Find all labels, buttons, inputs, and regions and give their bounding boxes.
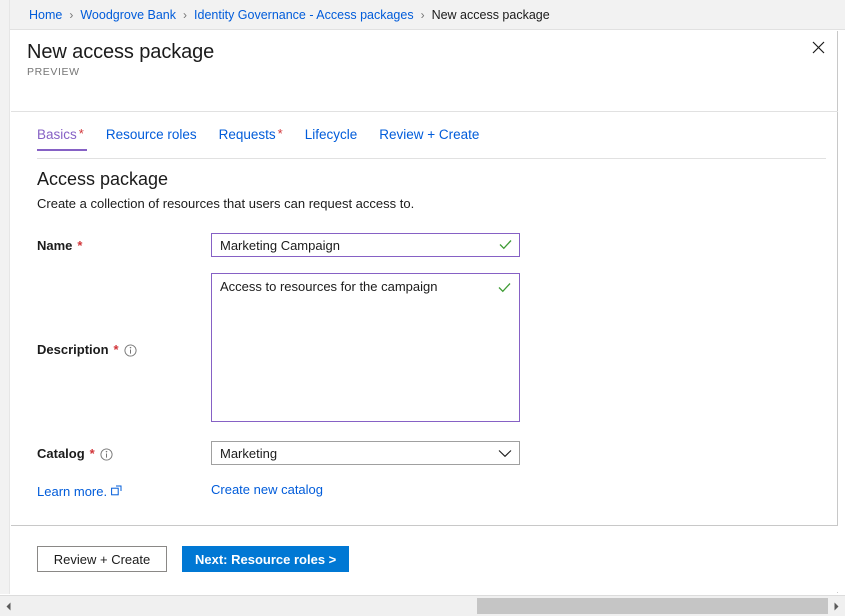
tab-basics[interactable]: Basics* bbox=[27, 123, 95, 151]
catalog-selected-value: Marketing bbox=[220, 446, 277, 461]
breadcrumb-item-home[interactable]: Home bbox=[29, 8, 62, 22]
breadcrumb-item-identity-governance[interactable]: Identity Governance - Access packages bbox=[194, 8, 414, 22]
tab-basics-required-marker: * bbox=[79, 126, 84, 141]
breadcrumb-separator: › bbox=[69, 8, 73, 22]
info-icon[interactable] bbox=[100, 448, 113, 461]
left-gutter-strip bbox=[0, 0, 10, 594]
description-input-wrapper bbox=[211, 273, 520, 425]
horizontal-scrollbar[interactable] bbox=[0, 595, 845, 616]
header-divider bbox=[11, 111, 838, 112]
tab-lifecycle-label: Lifecycle bbox=[305, 127, 358, 142]
tab-requests[interactable]: Requests* bbox=[208, 123, 294, 151]
description-textarea[interactable] bbox=[211, 273, 520, 422]
form-content: Access package Create a collection of re… bbox=[11, 167, 838, 213]
breadcrumb-separator: › bbox=[183, 8, 187, 22]
scrollbar-track[interactable] bbox=[17, 596, 828, 616]
tab-resource-roles-label: Resource roles bbox=[106, 127, 197, 142]
tab-bar: Basics* Resource roles Requests* Lifecyc… bbox=[11, 123, 838, 151]
create-new-catalog-link[interactable]: Create new catalog bbox=[211, 482, 323, 497]
catalog-select[interactable]: Marketing bbox=[211, 441, 520, 465]
catalog-label: Catalog * bbox=[11, 441, 211, 465]
learn-more-container: Learn more. bbox=[11, 482, 211, 500]
scrollbar-thumb[interactable] bbox=[477, 598, 828, 614]
description-label: Description * bbox=[11, 273, 211, 425]
info-icon[interactable] bbox=[124, 344, 137, 357]
description-label-text: Description bbox=[37, 342, 109, 358]
tab-bar-divider bbox=[37, 158, 826, 159]
learn-more-label: Learn more. bbox=[37, 484, 107, 500]
field-row-catalog: Catalog * Marketing bbox=[11, 441, 520, 465]
breadcrumb-item-woodgrove-bank[interactable]: Woodgrove Bank bbox=[80, 8, 176, 22]
scroll-right-button[interactable] bbox=[828, 596, 845, 616]
tab-basics-label: Basics bbox=[37, 127, 77, 142]
name-label-text: Name bbox=[37, 238, 72, 254]
blade-footer: Review + Create Next: Resource roles > bbox=[11, 526, 838, 592]
close-icon bbox=[812, 41, 825, 54]
name-input-wrapper bbox=[211, 233, 520, 257]
description-required-marker: * bbox=[114, 342, 119, 358]
section-description: Create a collection of resources that us… bbox=[11, 195, 838, 213]
caret-right-icon bbox=[833, 599, 840, 614]
catalog-required-marker: * bbox=[90, 446, 95, 462]
tab-requests-required-marker: * bbox=[278, 126, 283, 141]
review-create-button[interactable]: Review + Create bbox=[37, 546, 167, 572]
next-resource-roles-button[interactable]: Next: Resource roles > bbox=[182, 546, 349, 572]
tab-resource-roles[interactable]: Resource roles bbox=[95, 124, 208, 151]
tab-review-create-label: Review + Create bbox=[379, 127, 479, 142]
links-row: Learn more. Create new catalog bbox=[11, 482, 323, 500]
field-row-name: Name * bbox=[11, 233, 520, 257]
page-title: New access package bbox=[27, 40, 837, 64]
preview-badge: PREVIEW bbox=[27, 65, 837, 79]
breadcrumb-separator: › bbox=[421, 8, 425, 22]
breadcrumb-item-current: New access package bbox=[432, 8, 550, 22]
name-input[interactable] bbox=[211, 233, 520, 257]
breadcrumb: Home › Woodgrove Bank › Identity Governa… bbox=[10, 0, 845, 30]
tab-requests-label: Requests bbox=[219, 127, 276, 142]
caret-left-icon bbox=[5, 599, 12, 614]
catalog-select-wrapper: Marketing bbox=[211, 441, 520, 465]
scroll-left-button[interactable] bbox=[0, 596, 17, 616]
catalog-label-text: Catalog bbox=[37, 446, 85, 462]
name-label: Name * bbox=[11, 233, 211, 257]
create-catalog-container: Create new catalog bbox=[211, 482, 323, 500]
tab-review-create[interactable]: Review + Create bbox=[368, 124, 490, 151]
external-link-icon bbox=[111, 484, 122, 500]
new-access-package-blade: New access package PREVIEW Basics* Resou… bbox=[11, 31, 838, 593]
blade-header: New access package PREVIEW bbox=[11, 31, 837, 79]
tab-lifecycle[interactable]: Lifecycle bbox=[294, 124, 369, 151]
close-button[interactable] bbox=[799, 28, 837, 66]
learn-more-link[interactable]: Learn more. bbox=[37, 484, 122, 500]
field-row-description: Description * bbox=[11, 273, 520, 425]
section-title: Access package bbox=[11, 167, 838, 191]
name-required-marker: * bbox=[77, 238, 82, 254]
